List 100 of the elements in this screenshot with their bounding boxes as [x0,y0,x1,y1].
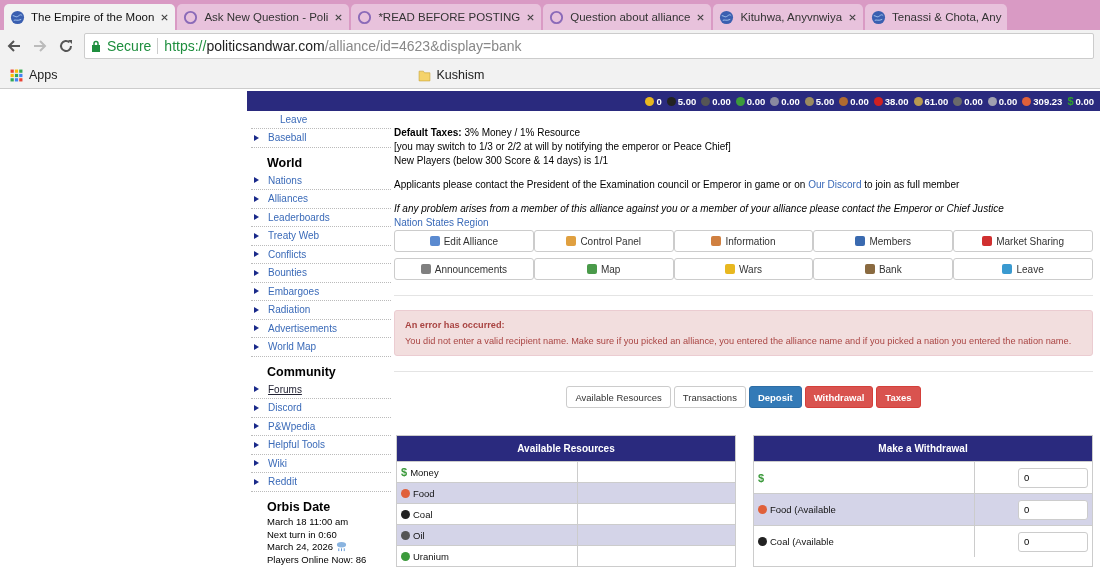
error-title: An error has occurred: [405,320,506,330]
browser-tab[interactable]: Ask New Question - Poli [177,4,350,30]
sidebar-link[interactable]: Bounties [268,267,307,279]
ring-icon [183,9,199,25]
bullet-icon [254,195,259,202]
sidebar-link[interactable]: Helpful Tools [268,439,326,451]
orbis-info: March 18 11:00 am [267,516,349,528]
bank-tab-button[interactable]: Withdrawal [804,386,874,408]
close-icon[interactable] [526,12,536,22]
sidebar-link[interactable]: Advertisements [268,322,337,334]
close-icon[interactable] [160,12,170,22]
dollar-icon: $ [758,471,765,484]
amount-field[interactable]: 0 [1018,531,1088,552]
globe-icon [871,9,887,25]
alliance-button[interactable]: Bank [813,258,954,280]
globe-icon [719,9,735,25]
address-bar[interactable]: Secure https://politicsandwar.com/alliance/id=4623&display=bank [84,33,1094,59]
alliance-button[interactable]: Wars [673,258,814,280]
bank-tab-button[interactable]: Available Resources [566,386,671,408]
sidebar-link[interactable]: Baseball [268,132,307,144]
sidebar-heading: Orbis Date [266,498,332,516]
table-header: Make a Withdrawal [754,436,1092,461]
browser-tab[interactable]: Question about alliance [543,4,712,30]
sidebar-link[interactable]: Leave [280,114,308,125]
sidebar-link[interactable]: World Map [268,341,317,353]
sidebar-link[interactable]: Embargoes [268,285,320,297]
ring-icon [549,9,565,25]
orbis-info: Players Online Now: 86 [267,553,367,565]
tax-info: Default Taxes: 3% Money / 1% Resource [394,126,581,140]
orbis-info: March 24, 2026 [267,541,333,553]
alliance-button[interactable]: Control Panel [533,230,674,252]
dollar-icon: $ [401,466,408,478]
notice-text: If any problem arises from a member of this alliance against you or a member of your alliance please contact the Emperor or Chief Justice [394,202,1005,216]
bullet-icon [254,386,259,393]
amount-field[interactable]: 0 [1018,467,1088,488]
alliance-button[interactable]: Information [673,230,814,252]
sidebar-link[interactable]: Nations [268,174,302,186]
resource-amount: 0.00 [781,95,800,107]
sidebar-link[interactable]: Leaderboards [268,211,330,223]
resource-amount: 0.00 [746,95,766,107]
apps-icon [10,68,23,82]
lock-icon [91,40,101,52]
resource-amount: 0.00 [964,95,983,107]
browser-tab[interactable]: Tenassi & Chota, Any [865,4,1008,30]
sidebar-link[interactable]: Reddit [268,476,297,488]
sidebar-heading: Community [266,363,337,381]
resource-label: Food (Available [770,504,836,515]
resource-amount: 0.00 [712,95,731,107]
tax-info: [you may switch to 1/3 or 2/2 at will by notifying the emperor or Peace Chief] [394,140,732,154]
alliance-button[interactable]: Edit Alliance [394,230,534,252]
bank-tab-button[interactable]: Transactions [673,386,746,408]
alliance-button[interactable]: Announcements [394,258,534,280]
bullet-icon [254,306,259,313]
close-icon[interactable] [696,12,706,22]
alliance-button[interactable]: Map [533,258,674,280]
bookmark[interactable]: Kushism [417,68,485,82]
bullet-icon [254,441,259,448]
bullet-icon [254,460,259,467]
close-icon[interactable] [848,12,858,22]
sidebar-link[interactable]: Radiation [268,304,311,316]
folder-icon [417,68,431,82]
bullet-icon [254,232,259,239]
sidebar-link[interactable]: Discord [268,402,302,414]
sidebar-link[interactable]: Wiki [268,457,287,469]
alliance-button[interactable]: Members [813,230,954,252]
resource-amount: 0.00 [1075,95,1094,107]
rain-cloud-icon [336,541,347,553]
bullet-icon [254,251,259,258]
bullet-icon [254,404,259,411]
alliance-button[interactable]: Market Sharing [953,230,1093,252]
bullet-icon [254,134,259,141]
resource-amount: 5.00 [815,95,835,107]
error-message: You did not enter a valid recipient name. Make sure if you picked an alliance, you entered the alliance name and if you picked a nation you entered the nation name. [405,336,1073,346]
close-icon[interactable] [334,12,344,22]
sidebar-link[interactable]: Treaty Web [268,230,320,242]
back-icon[interactable] [6,38,22,54]
bullet-icon [254,343,259,350]
reload-icon[interactable] [58,38,74,54]
discord-link[interactable]: Our Discord [808,179,862,190]
ring-icon [357,9,373,25]
browser-tab[interactable]: Kituhwa, Anyvnwiya [713,4,864,30]
browser-tab[interactable]: *READ BEFORE POSTING [351,4,542,30]
resource-amount: 38.00 [884,95,909,107]
bank-tab-button[interactable]: Taxes [876,386,921,408]
resource-amount: 0.00 [850,95,869,107]
bullet-icon [254,423,259,430]
bank-tab-button[interactable]: Deposit [748,386,802,408]
bullet-icon [254,177,259,184]
resource-label: Coal (Available [770,536,834,547]
resource-amount: 5.00 [677,95,697,107]
alliance-button[interactable]: Leave [953,258,1093,280]
sidebar-link[interactable]: Alliances [268,193,309,205]
bookmark[interactable]: Apps [10,68,58,82]
resource-amount: 309.23 [1033,95,1063,107]
browser-tab[interactable]: The Empire of the Moon [4,4,176,30]
sidebar-link[interactable]: Conflicts [268,248,307,260]
region-link[interactable]: Nation States Region [394,217,489,228]
sidebar-link[interactable]: P&Wpedia [268,420,316,432]
sidebar-link[interactable]: Forums [268,383,302,395]
amount-field[interactable]: 0 [1018,499,1088,520]
